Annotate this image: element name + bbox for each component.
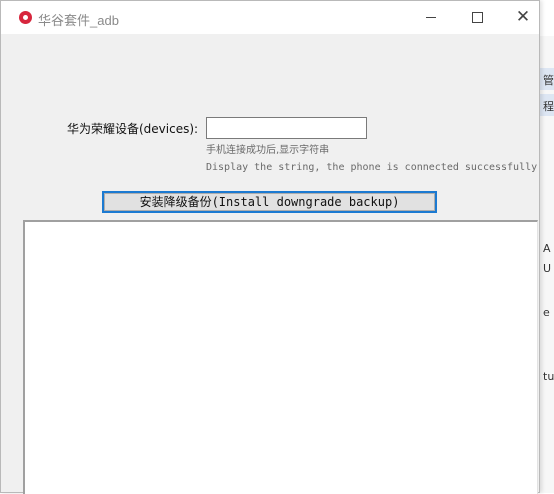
background-text: tu (543, 370, 554, 383)
background-window-right: 管 程 A U e tu (538, 36, 554, 493)
log-output-area[interactable] (23, 220, 538, 494)
maximize-icon (471, 12, 483, 23)
app-logo-icon (19, 11, 32, 24)
minimize-icon (426, 17, 436, 18)
background-text: A (543, 242, 551, 255)
title-bar[interactable]: 华谷套件_adb ✕ (1, 1, 539, 34)
background-text: 程 (543, 100, 554, 113)
devices-hint-english: Display the string, the phone is connect… (206, 162, 538, 173)
close-button[interactable]: ✕ (500, 1, 546, 34)
close-icon: ✕ (515, 7, 531, 27)
devices-input[interactable] (206, 117, 367, 139)
devices-label: 华为荣耀设备(devices): (67, 122, 199, 136)
install-downgrade-backup-button[interactable]: 安装降级备份(Install downgrade backup) (102, 191, 437, 213)
background-text: U (543, 262, 552, 275)
background-text: e (543, 306, 550, 319)
minimize-button[interactable] (408, 1, 454, 34)
app-window: 华谷套件_adb ✕ 华为荣耀设备(devices): 手机连接成功后,显示字符… (0, 0, 540, 494)
background-text: 管 (543, 74, 554, 87)
devices-hint-chinese: 手机连接成功后,显示字符串 (206, 145, 330, 156)
maximize-button[interactable] (454, 1, 500, 34)
window-title: 华谷套件_adb (38, 13, 119, 28)
